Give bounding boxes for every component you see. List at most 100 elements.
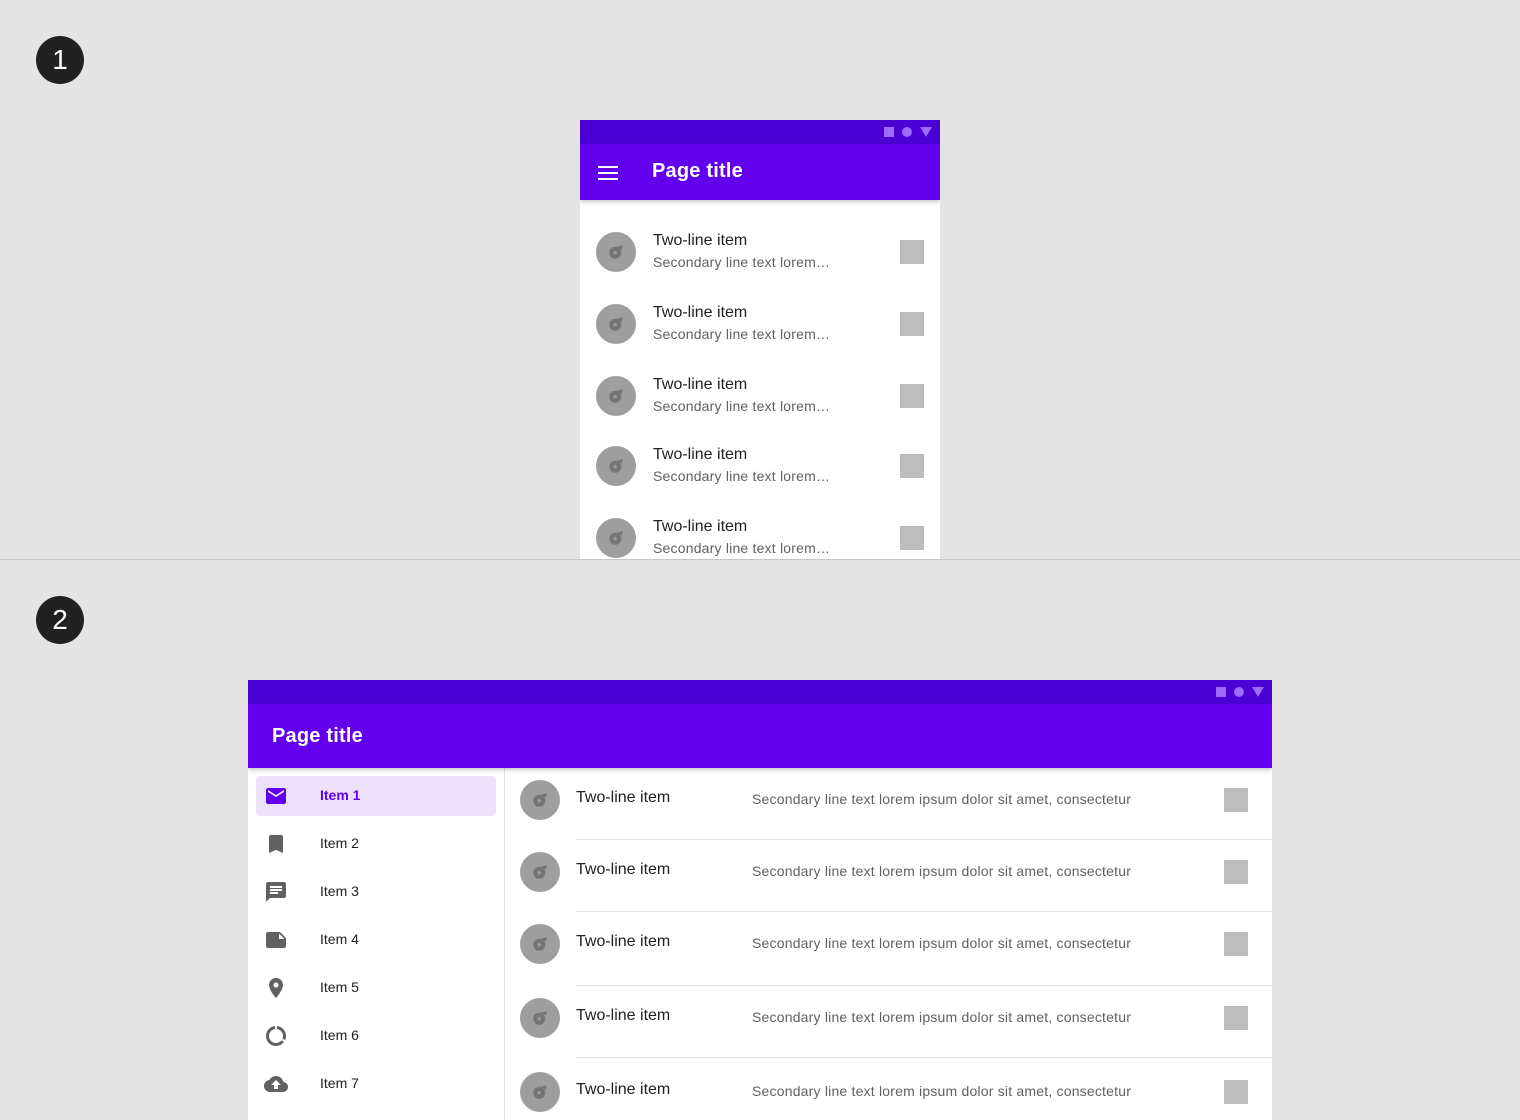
- tablet-layout-section: 2 Page title Item 1 Item 2 Item 3 Item 4 Ite…: [0, 560, 1520, 1120]
- tablet-mockup: Page title Item 1 Item 2 Item 3 Item 4 Item …: [248, 680, 1272, 1120]
- item-primary-text: Two-line item: [576, 933, 671, 950]
- item-meta-placeholder[interactable]: [900, 384, 924, 408]
- album-icon: [609, 245, 623, 259]
- chat-icon: [264, 880, 288, 904]
- nav-item-7[interactable]: Item 7: [256, 1064, 496, 1104]
- status-bar: [580, 120, 940, 144]
- status-circle-icon: [902, 127, 912, 137]
- list-divider: [576, 1057, 1272, 1058]
- avatar: [520, 1072, 560, 1112]
- item-secondary-text: Secondary line text lorem ipsum dolor si…: [752, 1083, 1132, 1099]
- status-square-icon: [1216, 687, 1226, 697]
- nav-item-label: Item 4: [320, 931, 359, 947]
- item-primary-text: Two-line item: [653, 232, 748, 249]
- avatar: [596, 304, 636, 344]
- item-meta-placeholder[interactable]: [1224, 788, 1248, 812]
- loading-circle-icon: [264, 1024, 288, 1048]
- item-meta-placeholder[interactable]: [900, 312, 924, 336]
- mail-icon: [264, 784, 288, 808]
- item-primary-text: Two-line item: [576, 1081, 671, 1098]
- top-app-bar: Page title: [248, 704, 1272, 768]
- item-primary-text: Two-line item: [653, 376, 748, 393]
- status-icons: [884, 126, 932, 138]
- item-secondary-text: Secondary line text lorem…: [653, 468, 831, 484]
- item-secondary-text: Secondary line text lorem…: [653, 254, 831, 270]
- step-badge-1: 1: [36, 36, 84, 84]
- nav-item-label: Item 3: [320, 883, 359, 899]
- item-meta-placeholder[interactable]: [1224, 860, 1248, 884]
- item-primary-text: Two-line item: [576, 789, 671, 806]
- item-meta-placeholder[interactable]: [900, 454, 924, 478]
- album-icon: [609, 317, 623, 331]
- status-square-icon: [884, 127, 894, 137]
- list-item[interactable]: Two-line item Secondary line text lorem…: [580, 498, 940, 559]
- menu-icon[interactable]: [598, 166, 618, 180]
- nav-item-2[interactable]: Item 2: [256, 824, 496, 864]
- item-primary-text: Two-line item: [653, 304, 748, 321]
- page-title: Page title: [652, 160, 743, 182]
- item-meta-placeholder[interactable]: [900, 526, 924, 550]
- nav-item-3[interactable]: Item 3: [256, 872, 496, 912]
- nav-item-label: Item 5: [320, 979, 359, 995]
- avatar: [596, 518, 636, 558]
- step-badge-2: 2: [36, 596, 84, 644]
- nav-item-label: Item 7: [320, 1075, 359, 1091]
- list-item[interactable]: Two-line item Secondary line text lorem i…: [505, 1060, 1272, 1120]
- list-item[interactable]: Two-line item Secondary line text lorem i…: [505, 986, 1272, 1058]
- item-primary-text: Two-line item: [653, 446, 748, 463]
- list-item[interactable]: Two-line item Secondary line text lorem…: [580, 212, 940, 284]
- status-triangle-icon: [1252, 687, 1264, 697]
- top-app-bar: Page title: [580, 144, 940, 200]
- status-icons: [1216, 686, 1264, 698]
- nav-item-label: Item 1: [320, 787, 361, 803]
- list-item[interactable]: Two-line item Secondary line text lorem i…: [505, 840, 1272, 912]
- list-item[interactable]: Two-line item Secondary line text lorem i…: [505, 768, 1272, 840]
- item-primary-text: Two-line item: [576, 1007, 671, 1024]
- nav-item-5[interactable]: Item 5: [256, 968, 496, 1008]
- album-icon: [533, 1085, 547, 1099]
- location-pin-icon: [264, 976, 288, 1000]
- nav-item-1[interactable]: Item 1: [256, 776, 496, 816]
- avatar: [520, 998, 560, 1038]
- nav-item-4[interactable]: Item 4: [256, 920, 496, 960]
- item-secondary-text: Secondary line text lorem ipsum dolor si…: [752, 935, 1132, 951]
- phone-layout-section: 1 Page title Two-line item Secondary line…: [0, 0, 1520, 559]
- avatar: [520, 780, 560, 820]
- album-icon: [533, 865, 547, 879]
- page-title: Page title: [272, 725, 363, 747]
- item-meta-placeholder[interactable]: [1224, 1080, 1248, 1104]
- avatar: [596, 232, 636, 272]
- list-item[interactable]: Two-line item Secondary line text lorem i…: [505, 912, 1272, 984]
- item-primary-text: Two-line item: [653, 518, 748, 535]
- nav-item-6[interactable]: Item 6: [256, 1016, 496, 1056]
- item-meta-placeholder[interactable]: [1224, 932, 1248, 956]
- item-secondary-text: Secondary line text lorem ipsum dolor si…: [752, 1009, 1132, 1025]
- note-icon: [264, 928, 288, 952]
- item-meta-placeholder[interactable]: [900, 240, 924, 264]
- avatar: [520, 924, 560, 964]
- list-item[interactable]: Two-line item Secondary line text lorem…: [580, 356, 940, 428]
- item-secondary-text: Secondary line text lorem…: [653, 398, 831, 414]
- list-item[interactable]: Two-line item Secondary line text lorem…: [580, 426, 940, 498]
- nav-item-label: Item 6: [320, 1027, 359, 1043]
- cloud-upload-icon: [264, 1072, 288, 1096]
- phone-mockup: Page title Two-line item Secondary line t…: [580, 120, 940, 559]
- navigation-drawer: Item 1 Item 2 Item 3 Item 4 Item 5 Item 6 Item…: [248, 768, 505, 1120]
- item-secondary-text: Secondary line text lorem ipsum dolor si…: [752, 791, 1132, 807]
- avatar: [596, 376, 636, 416]
- item-meta-placeholder[interactable]: [1224, 1006, 1248, 1030]
- item-secondary-text: Secondary line text lorem…: [653, 540, 831, 556]
- album-icon: [533, 937, 547, 951]
- album-icon: [609, 531, 623, 545]
- avatar: [596, 446, 636, 486]
- status-triangle-icon: [920, 127, 932, 137]
- bookmark-icon: [264, 832, 288, 856]
- avatar: [520, 852, 560, 892]
- list-item[interactable]: Two-line item Secondary line text lorem…: [580, 284, 940, 356]
- album-icon: [533, 793, 547, 807]
- album-icon: [609, 459, 623, 473]
- item-secondary-text: Secondary line text lorem ipsum dolor si…: [752, 863, 1132, 879]
- album-icon: [533, 1011, 547, 1025]
- status-circle-icon: [1234, 687, 1244, 697]
- status-bar: [248, 680, 1272, 704]
